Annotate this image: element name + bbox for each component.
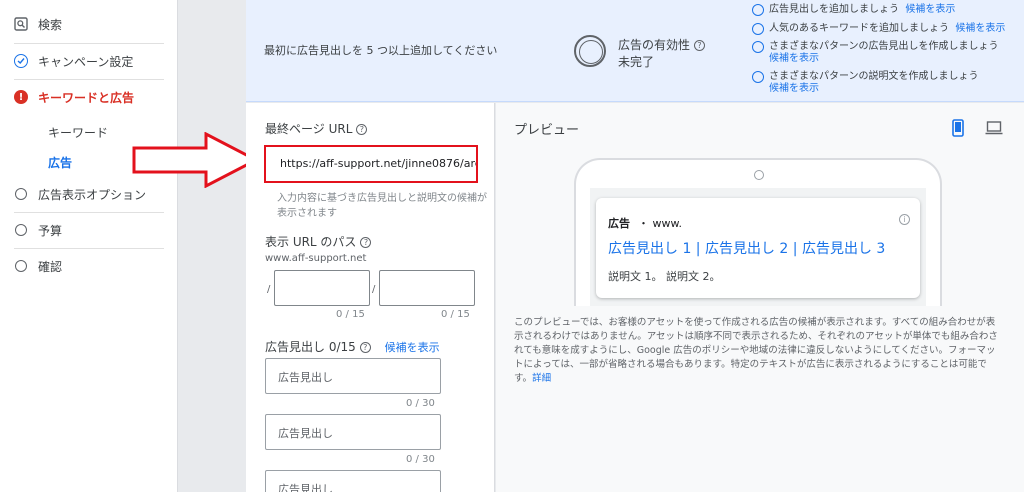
help-icon[interactable]: ?	[359, 342, 371, 353]
headline-input-2[interactable]: 広告見出し	[265, 414, 441, 450]
display-path-label: 表示 URL のパス?	[265, 233, 372, 250]
ad-strength-gauge-icon	[574, 35, 606, 67]
radio-ring-icon	[14, 259, 28, 273]
path2-counter: 0 / 15	[441, 309, 470, 320]
info-icon[interactable]: i	[899, 214, 910, 225]
sidebar-item-label: 検索	[38, 17, 63, 32]
check-circle-icon	[14, 54, 28, 68]
radio-ring-icon	[752, 4, 764, 16]
sidebar-item-label: 広告表示オプション	[38, 187, 147, 202]
headlines-label: 広告見出し 0/15? 候補を表示	[265, 340, 440, 354]
headlines-suggestions-link[interactable]: 候補を表示	[385, 341, 440, 354]
ad-badge: 広告	[608, 217, 630, 230]
radio-ring-icon	[752, 41, 764, 53]
ad-form-panel: 最終ページ URL? https://aff-support.net/jinne…	[246, 103, 495, 492]
sidebar-item-search[interactable]: 検索	[0, 6, 178, 42]
headline-counter: 0 / 30	[406, 454, 435, 465]
sidebar-item-label: 予算	[38, 223, 63, 238]
ad-strength-title: 広告の有効性?	[618, 36, 706, 53]
details-link[interactable]: 詳細	[532, 373, 551, 384]
preview-panel: プレビュー 広告 ・ www. i 広告見出し 1 | 広告見出し 2 | 広告…	[496, 103, 1024, 492]
final-url-hint: 入力内容に基づき広告見出しと説明文の候補が表示されます	[277, 193, 487, 219]
headline-input-3[interactable]: 広告見出し	[265, 470, 441, 492]
sidebar-item-budget[interactable]: 予算	[0, 212, 178, 248]
headline-counter: 0 / 30	[406, 398, 435, 409]
error-icon: !	[14, 90, 28, 104]
sidebar-item-campaign-settings[interactable]: キャンペーン設定	[0, 43, 178, 79]
ad-display-url: ・ www.	[638, 217, 682, 230]
path2-input[interactable]	[379, 270, 475, 306]
sidebar-item-label: 確認	[38, 259, 63, 274]
sidebar-item-keywords-ads[interactable]: ! キーワードと広告	[0, 79, 178, 115]
red-arrow-annotation	[132, 132, 260, 188]
final-url-label: 最終ページ URL?	[265, 120, 368, 137]
ad-preview-card: 広告 ・ www. i 広告見出し 1 | 広告見出し 2 | 広告見出し 3 …	[596, 198, 920, 298]
show-suggestions-link[interactable]: 候補を表示	[955, 23, 1005, 34]
sidebar: 検索 キャンペーン設定 ! キーワードと広告 キーワード 広告 広告表示オプショ…	[0, 0, 178, 492]
help-icon[interactable]: ?	[356, 124, 368, 135]
suggestion-item: さまざまなパターンの広告見出しを作成しましょう 候補を表示	[752, 41, 999, 65]
ad-headline: 広告見出し 1 | 広告見出し 2 | 広告見出し 3	[608, 241, 886, 257]
suggestion-item: さまざまなパターンの説明文を作成しましょう 候補を表示	[752, 71, 979, 95]
path1-counter: 0 / 15	[336, 309, 365, 320]
sidebar-subitem-keywords[interactable]: キーワード	[48, 124, 108, 141]
path1-input[interactable]	[274, 270, 370, 306]
radio-ring-icon	[752, 23, 764, 35]
desktop-icon[interactable]	[985, 121, 1003, 135]
headline-input-1[interactable]: 広告見出し	[265, 358, 441, 394]
camera-icon	[754, 170, 764, 180]
sidebar-item-review[interactable]: 確認	[0, 248, 178, 284]
show-suggestions-link[interactable]: 候補を表示	[769, 53, 819, 64]
radio-ring-icon	[14, 223, 28, 237]
radio-ring-icon	[14, 187, 28, 201]
help-icon[interactable]: ?	[360, 237, 372, 248]
phone-screen: 広告 ・ www. i 広告見出し 1 | 広告見出し 2 | 広告見出し 3 …	[590, 188, 926, 306]
show-suggestions-link[interactable]: 候補を表示	[769, 83, 819, 94]
sidebar-item-label: キャンペーン設定	[38, 54, 134, 69]
path-slash: /	[372, 284, 376, 295]
suggestion-item: 広告見出しを追加しましょう 候補を表示	[752, 4, 955, 16]
show-suggestions-link[interactable]: 候補を表示	[905, 4, 955, 15]
ad-description: 説明文 1。 説明文 2。	[608, 270, 721, 283]
suggestion-item: 人気のあるキーワードを追加しましょう 候補を表示	[752, 23, 1005, 35]
phone-mockup: 広告 ・ www. i 広告見出し 1 | 広告見出し 2 | 広告見出し 3 …	[574, 158, 942, 306]
display-domain: www.aff-support.net	[265, 253, 367, 264]
final-url-input[interactable]: https://aff-support.net/jinne0876/arch	[264, 145, 478, 183]
preview-disclaimer: このプレビューでは、お客様のアセットを使って作成される広告の候補が表示されます。…	[514, 317, 998, 384]
mobile-icon[interactable]	[952, 119, 964, 137]
banner-instruction: 最初に広告見出しを 5 つ以上追加してください	[264, 44, 498, 57]
ad-strength-status: 未完了	[618, 55, 655, 69]
help-icon[interactable]: ?	[694, 40, 706, 51]
search-icon	[14, 17, 28, 31]
sidebar-subitem-ads[interactable]: 広告	[48, 154, 72, 171]
preview-title: プレビュー	[514, 123, 580, 138]
radio-ring-icon	[752, 71, 764, 83]
path-slash: /	[267, 284, 271, 295]
sidebar-item-label: キーワードと広告	[38, 90, 135, 105]
ad-strength-banner: 最初に広告見出しを 5 つ以上追加してください 広告の有効性? 未完了 広告見出…	[246, 0, 1024, 102]
